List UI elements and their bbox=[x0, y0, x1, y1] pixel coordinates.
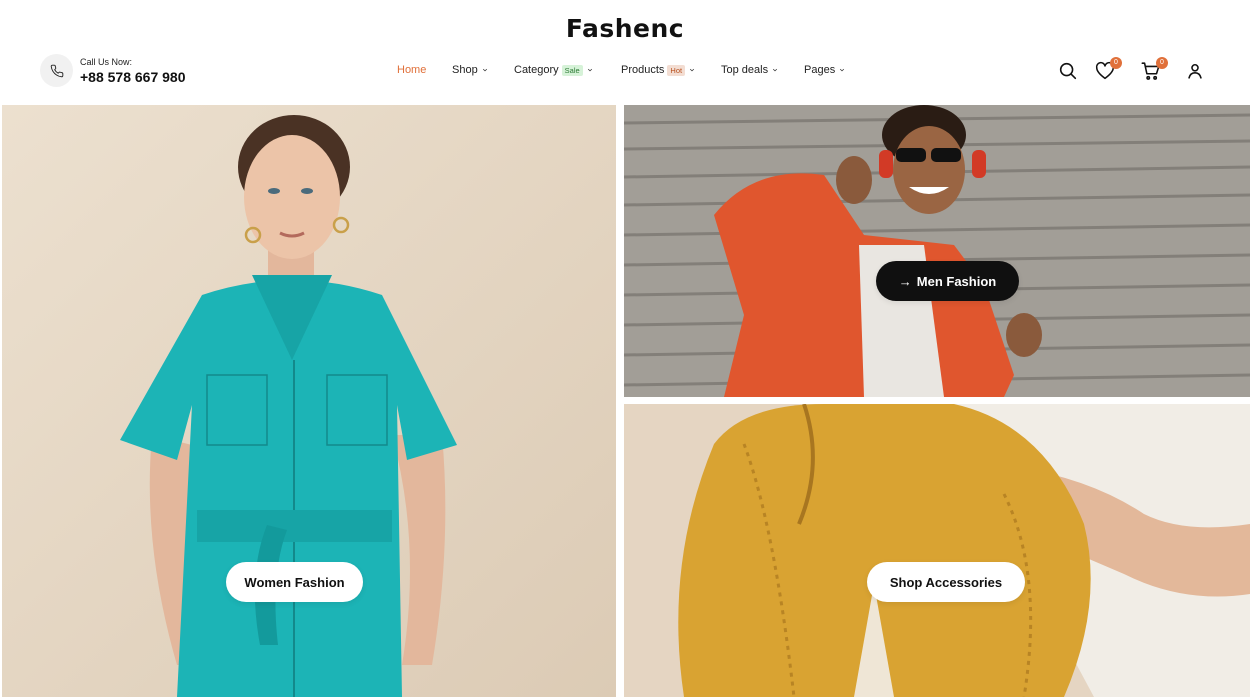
women-model-image bbox=[2, 105, 616, 697]
women-fashion-label: Women Fashion bbox=[244, 574, 345, 590]
banner-men-fashion[interactable]: → Men Fashion bbox=[624, 105, 1250, 397]
wishlist-count: 0 bbox=[1110, 57, 1122, 69]
user-icon[interactable] bbox=[1184, 60, 1208, 84]
brand-logo[interactable]: Fashenc bbox=[0, 14, 1250, 43]
site-header: Fashenc Call Us Now: +88 578 667 980 Hom… bbox=[0, 0, 1250, 104]
men-fashion-button[interactable]: → Men Fashion bbox=[876, 261, 1019, 301]
shop-accessories-button[interactable]: Shop Accessories bbox=[867, 562, 1025, 602]
wishlist-button[interactable]: 0 bbox=[1094, 57, 1122, 84]
banner-women-fashion[interactable]: Women Fashion bbox=[2, 105, 616, 697]
search-icon[interactable] bbox=[1057, 60, 1081, 84]
banner-accessories[interactable]: Shop Accessories bbox=[624, 404, 1250, 697]
shop-accessories-label: Shop Accessories bbox=[889, 574, 1003, 590]
women-fashion-button[interactable]: Women Fashion bbox=[226, 562, 363, 602]
men-model-image bbox=[624, 105, 1250, 397]
accessories-image bbox=[624, 404, 1250, 697]
men-fashion-label: Men Fashion bbox=[916, 273, 997, 289]
arrow-right-icon: → bbox=[898, 273, 912, 289]
header-actions: 0 0 bbox=[0, 57, 1250, 86]
cart-button[interactable]: 0 bbox=[1140, 57, 1168, 84]
cart-count: 0 bbox=[1156, 57, 1168, 69]
